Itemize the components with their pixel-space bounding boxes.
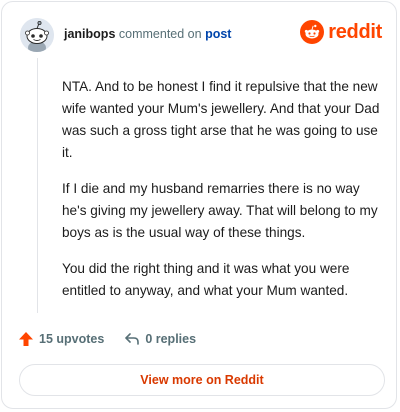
comment-actions: 15 upvotes 0 replies xyxy=(18,331,196,347)
reddit-brand[interactable]: reddit xyxy=(300,20,382,44)
thread-line xyxy=(37,58,38,313)
reply-count: 0 replies xyxy=(145,332,197,346)
reddit-wordmark: reddit xyxy=(328,20,382,43)
action-text: commented on xyxy=(118,27,202,41)
upvote-count: 15 upvotes xyxy=(39,332,105,346)
reply-icon xyxy=(125,333,140,345)
upvote-arrow-icon xyxy=(19,332,33,346)
comment-body: NTA. And to be honest I find it repulsiv… xyxy=(62,76,382,316)
view-more-button[interactable]: View more on Reddit xyxy=(19,364,385,396)
user-avatar[interactable] xyxy=(20,18,54,52)
comment-paragraph: You did the right thing and it was what … xyxy=(62,261,350,298)
post-link[interactable]: post xyxy=(205,27,231,41)
upvote-button[interactable]: 15 upvotes xyxy=(18,331,104,347)
snoo-avatar-icon xyxy=(20,18,54,52)
reddit-logo-icon xyxy=(300,20,325,44)
username-link[interactable]: janibops xyxy=(64,27,115,41)
reply-button[interactable]: 0 replies xyxy=(124,331,196,347)
comment-header: janibops commented on post xyxy=(64,27,231,41)
comment-card: janibops commented on post reddit NTA. A… xyxy=(1,1,397,409)
comment-paragraph: If I die and my husband remarries there … xyxy=(62,181,378,240)
comment-paragraph: NTA. And to be honest I find it repulsiv… xyxy=(62,79,380,160)
